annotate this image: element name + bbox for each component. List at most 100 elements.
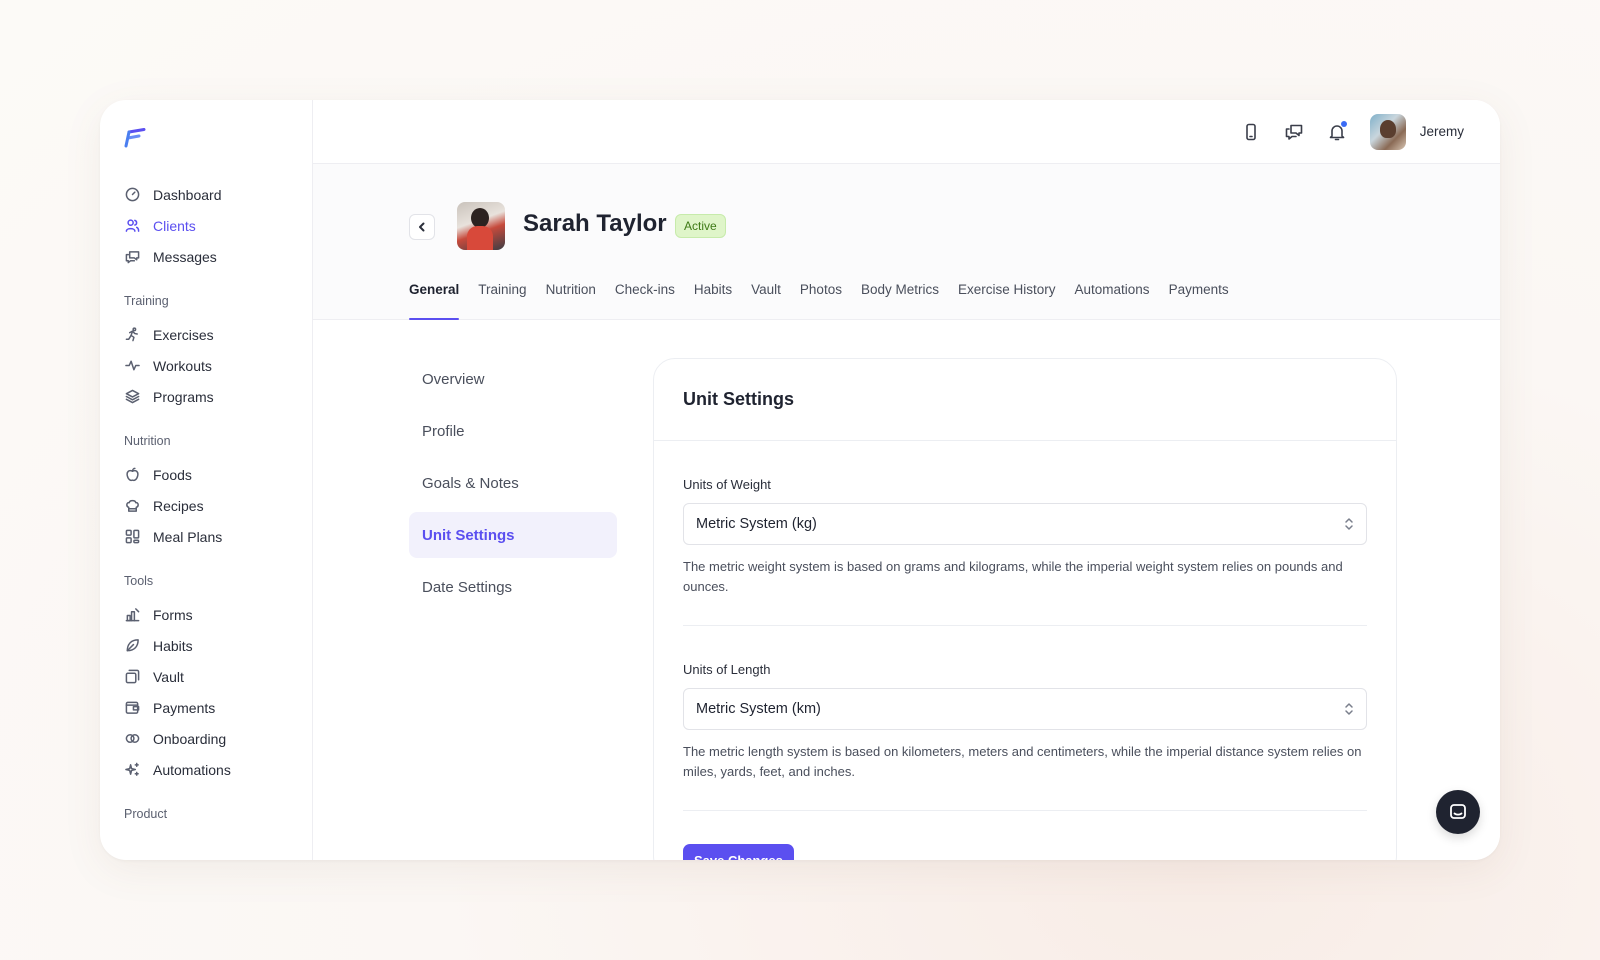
sidebar-item-label: Forms: [153, 606, 193, 623]
settings-content: Overview Profile Goals & Notes Unit Sett…: [313, 320, 1500, 860]
nav-group-title: Nutrition: [124, 434, 171, 448]
weight-label: Units of Weight: [683, 477, 771, 492]
grid-icon: [124, 529, 140, 545]
sidebar-item-forms[interactable]: Forms: [124, 599, 312, 630]
sparkles-icon: [124, 762, 140, 778]
weight-field: Units of Weight Metric System (kg) The m…: [654, 477, 1396, 626]
bell-icon[interactable]: [1326, 120, 1348, 143]
topbar: Jeremy: [313, 100, 1500, 164]
tab-payments[interactable]: Payments: [1169, 276, 1229, 320]
nav-main: Dashboard Clients Messages: [124, 179, 312, 272]
tab-nutrition[interactable]: Nutrition: [546, 276, 596, 320]
subnav-unit-settings[interactable]: Unit Settings: [409, 512, 617, 558]
sidebar-item-label: Messages: [153, 248, 217, 265]
forms-icon: [124, 607, 140, 623]
layers-icon: [124, 389, 140, 405]
chevron-up-down-icon: [1345, 703, 1353, 715]
messages-icon: [124, 249, 140, 265]
sidebar-item-dashboard[interactable]: Dashboard: [124, 179, 312, 210]
tab-exercise-history[interactable]: Exercise History: [958, 276, 1056, 320]
sidebar-item-programs[interactable]: Programs: [124, 381, 312, 412]
settings-subnav: Overview Profile Goals & Notes Unit Sett…: [409, 356, 617, 616]
sidebar-item-label: Automations: [153, 761, 231, 778]
sidebar-item-exercises[interactable]: Exercises: [124, 319, 312, 350]
running-icon: [124, 327, 140, 343]
users-icon: [124, 218, 140, 234]
app-window: Dashboard Clients Messages Training Exer…: [100, 100, 1500, 860]
nav-group-title: Training: [124, 294, 169, 308]
save-button[interactable]: Save Changes: [683, 844, 794, 860]
sidebar-item-vault[interactable]: Vault: [124, 661, 312, 692]
subnav-date-settings[interactable]: Date Settings: [409, 564, 617, 610]
user-menu[interactable]: Jeremy: [1369, 113, 1464, 150]
sidebar-item-foods[interactable]: Foods: [124, 459, 312, 490]
subnav-goals-notes[interactable]: Goals & Notes: [409, 460, 617, 506]
nav-group-tools: Tools Forms Habits Vault Payments Onboar…: [124, 574, 312, 785]
sidebar-item-recipes[interactable]: Recipes: [124, 490, 312, 521]
length-unit-value: Metric System (km): [696, 701, 821, 717]
sidebar-item-label: Clients: [153, 217, 196, 234]
weight-unit-select[interactable]: Metric System (kg): [683, 503, 1367, 545]
subnav-profile[interactable]: Profile: [409, 408, 617, 454]
chat-launcher-button[interactable]: [1436, 790, 1480, 834]
pulse-icon: [124, 358, 140, 374]
sidebar-item-label: Programs: [153, 388, 214, 405]
sidebar-item-label: Vault: [153, 668, 184, 685]
sidebar-item-label: Foods: [153, 466, 192, 483]
sidebar-item-label: Onboarding: [153, 730, 227, 747]
chevron-left-icon: [419, 222, 425, 232]
page-title: Sarah Taylor: [523, 210, 667, 237]
main-area: Jeremy Sarah Taylor Active General Train…: [313, 100, 1500, 860]
chef-hat-icon: [124, 498, 140, 514]
sidebar-item-label: Recipes: [153, 497, 204, 514]
nav-group-title: Product: [124, 807, 168, 821]
sidebar-item-label: Payments: [153, 699, 216, 716]
sidebar-item-automations[interactable]: Automations: [124, 754, 312, 785]
back-button[interactable]: [409, 214, 435, 240]
leaf-icon: [124, 638, 140, 654]
unit-settings-card: Unit Settings Units of Weight Metric Sys…: [653, 358, 1397, 860]
nav-group-nutrition: Nutrition Foods Recipes Meal Plans: [124, 434, 312, 552]
links-icon: [124, 731, 140, 747]
mobile-device-icon[interactable]: [1240, 121, 1262, 143]
weight-help-text: The metric weight system is based on gra…: [683, 557, 1367, 626]
tab-check-ins[interactable]: Check-ins: [615, 276, 675, 320]
apple-icon: [124, 467, 140, 483]
tab-general[interactable]: General: [409, 276, 460, 320]
length-help-text: The metric length system is based on kil…: [683, 742, 1367, 811]
wallet-icon: [124, 700, 140, 716]
sidebar-item-clients[interactable]: Clients: [124, 210, 312, 241]
sidebar-item-meal-plans[interactable]: Meal Plans: [124, 521, 312, 552]
length-unit-select[interactable]: Metric System (km): [683, 688, 1367, 730]
tab-training[interactable]: Training: [478, 276, 526, 320]
sidebar-item-label: Exercises: [153, 326, 214, 343]
sidebar-item-workouts[interactable]: Workouts: [124, 350, 312, 381]
folder-icon: [124, 669, 140, 685]
tab-photos[interactable]: Photos: [800, 276, 842, 320]
tab-automations[interactable]: Automations: [1075, 276, 1150, 320]
chevron-up-down-icon: [1345, 518, 1353, 530]
nav-group-training: Training Exercises Workouts Programs: [124, 294, 312, 412]
sidebar-item-habits[interactable]: Habits: [124, 630, 312, 661]
logo-icon[interactable]: [124, 128, 146, 148]
tab-body-metrics[interactable]: Body Metrics: [861, 276, 939, 320]
nav-group-product: Product: [124, 807, 312, 821]
notification-dot: [1340, 120, 1347, 127]
sidebar-item-label: Workouts: [153, 357, 212, 374]
client-tabs: General Training Nutrition Check-ins Hab…: [409, 276, 1248, 320]
chat-bubble-icon: [1450, 804, 1466, 819]
nav-group-title: Tools: [124, 574, 154, 588]
status-badge: Active: [675, 214, 726, 238]
sidebar-item-messages[interactable]: Messages: [124, 241, 312, 272]
dashboard-icon: [124, 187, 140, 203]
sidebar: Dashboard Clients Messages Training Exer…: [100, 100, 313, 860]
client-avatar: [457, 202, 505, 250]
subnav-overview[interactable]: Overview: [409, 356, 617, 402]
tab-habits[interactable]: Habits: [694, 276, 732, 320]
tab-vault[interactable]: Vault: [751, 276, 781, 320]
card-title: Unit Settings: [654, 359, 1396, 441]
sidebar-item-label: Meal Plans: [153, 528, 223, 545]
sidebar-item-onboarding[interactable]: Onboarding: [124, 723, 312, 754]
chat-icon[interactable]: [1283, 121, 1305, 143]
sidebar-item-payments[interactable]: Payments: [124, 692, 312, 723]
